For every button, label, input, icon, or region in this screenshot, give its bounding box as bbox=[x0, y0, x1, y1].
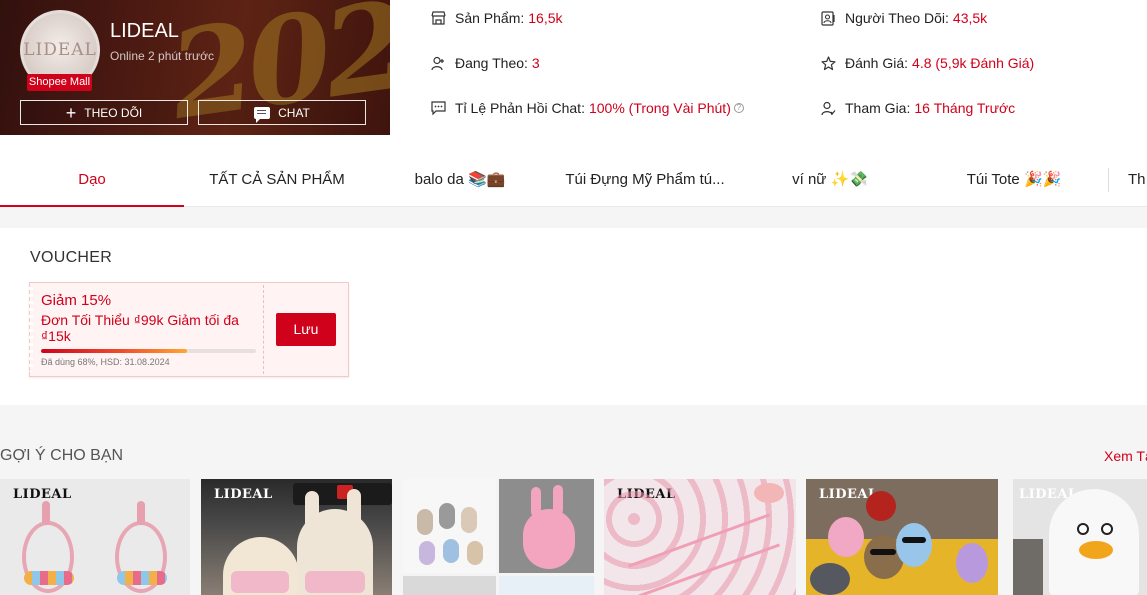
product-card[interactable]: LIDEAL bbox=[0, 479, 190, 595]
product-card[interactable]: LIDEAL bbox=[806, 479, 998, 595]
stat-joined: Tham Gia: 16 Tháng Trước bbox=[820, 100, 1015, 116]
tab-tui-tote[interactable]: Túi Tote 🎉🎉 bbox=[920, 155, 1108, 207]
star-icon bbox=[820, 55, 836, 71]
shop-card: 2024 LIDEAL Shopee Mall LIDEAL Online 2 … bbox=[0, 0, 390, 135]
tab-balo-da[interactable]: balo da 📚💼 bbox=[370, 155, 550, 207]
stat-joined-value: 16 Tháng Trước bbox=[914, 100, 1016, 116]
person-check-icon bbox=[820, 100, 836, 116]
stat-products: Sản Phẩm: 16,5k bbox=[430, 10, 563, 26]
shop-online-status: Online 2 phút trước bbox=[110, 49, 214, 63]
tab-dao[interactable]: Dạo bbox=[0, 155, 184, 207]
person-add-icon bbox=[430, 55, 446, 71]
chat-icon bbox=[430, 100, 446, 116]
tab-more[interactable]: Th bbox=[1128, 155, 1147, 207]
product-image bbox=[828, 517, 864, 557]
plus-icon: + bbox=[65, 102, 77, 123]
voucher-section-title: VOUCHER bbox=[30, 249, 113, 266]
help-icon[interactable]: ? bbox=[733, 103, 744, 113]
product-card[interactable]: LIDEAL bbox=[201, 479, 392, 595]
stat-rating-value: 4.8 (5,9k Đánh Giá) bbox=[912, 55, 1035, 71]
stat-following: Đang Theo: 3 bbox=[430, 55, 540, 71]
followers-icon bbox=[820, 10, 836, 26]
stat-chat-rate: Tỉ Lệ Phản Hồi Chat: 100% (Trong Vài Phú… bbox=[430, 100, 744, 116]
tab-divider bbox=[1108, 168, 1109, 192]
suggestions-title: GỢI Ý CHO BẠN bbox=[0, 447, 124, 464]
stat-followers: Người Theo Dõi: 43,5k bbox=[820, 10, 987, 26]
save-voucher-button[interactable]: Lưu bbox=[276, 313, 336, 346]
voucher-section: VOUCHER Giảm 15% Đơn Tối Thiểu ₫99k Giảm… bbox=[0, 228, 1147, 405]
see-all-link[interactable]: Xem Tấ bbox=[1104, 448, 1147, 464]
tab-all-products[interactable]: TẤT CẢ SẢN PHẨM bbox=[184, 155, 370, 207]
tab-vi-nu[interactable]: ví nữ ✨💸 bbox=[740, 155, 920, 207]
voucher-description: Đơn Tối Thiểu ₫99k Giảm tối đa ₫15k bbox=[41, 312, 239, 344]
voucher-usage-bar bbox=[41, 349, 256, 353]
follow-label: THEO DÕI bbox=[84, 105, 143, 120]
avatar-logo-text: LIDEAL bbox=[23, 40, 97, 60]
shop-category-tabs: Dạo TẤT CẢ SẢN PHẨM balo da 📚💼 Túi Đựng … bbox=[0, 155, 1147, 207]
stat-chat-rate-value: 100% (Trong Vài Phút) bbox=[588, 100, 731, 116]
product-brand-watermark: LIDEAL bbox=[214, 487, 273, 502]
stat-rating: Đánh Giá: 4.8 (5,9k Đánh Giá) bbox=[820, 55, 1034, 71]
stat-followers-value: 43,5k bbox=[952, 10, 988, 26]
store-icon bbox=[430, 10, 446, 26]
voucher-usage-fill bbox=[41, 349, 188, 353]
product-card[interactable]: LIDEAL bbox=[604, 479, 796, 595]
product-card[interactable] bbox=[403, 479, 594, 595]
voucher-meta: Đã dùng 68%, HSD: 31.08.2024 bbox=[41, 357, 170, 367]
chat-button[interactable]: CHAT bbox=[198, 100, 366, 125]
follow-button[interactable]: + THEO DÕI bbox=[20, 100, 188, 125]
voucher-discount: Giảm 15% bbox=[41, 292, 112, 309]
stat-products-value: 16,5k bbox=[528, 10, 563, 26]
tab-tui-dung-my-pham[interactable]: Túi Đựng Mỹ Phẩm tú... bbox=[550, 155, 740, 207]
shop-name: LIDEAL bbox=[110, 20, 179, 42]
stat-following-value: 3 bbox=[531, 55, 540, 71]
chat-label: CHAT bbox=[278, 105, 310, 120]
shopee-mall-badge: Shopee Mall bbox=[27, 74, 92, 91]
product-brand-watermark: LIDEAL bbox=[13, 487, 72, 502]
voucher-divider bbox=[263, 285, 264, 374]
chat-bubble-icon bbox=[254, 106, 271, 123]
voucher-card: Giảm 15% Đơn Tối Thiểu ₫99k Giảm tối đa … bbox=[29, 282, 349, 377]
product-card[interactable]: LIDEAL bbox=[1013, 479, 1147, 595]
shop-header: 2024 LIDEAL Shopee Mall LIDEAL Online 2 … bbox=[0, 0, 1147, 207]
